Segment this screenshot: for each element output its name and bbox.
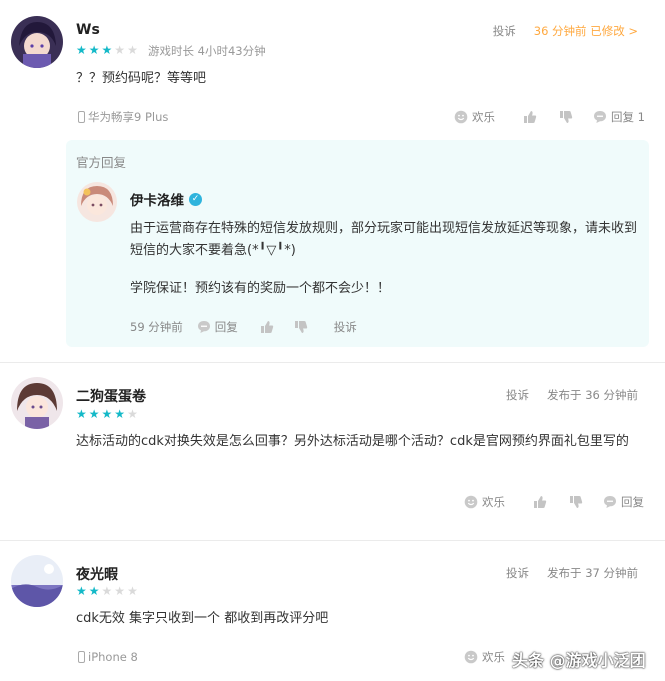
avatar[interactable] — [11, 16, 63, 68]
developer-name-row: 伊卡洛维 ✓ — [130, 189, 202, 209]
avatar[interactable] — [11, 377, 63, 429]
comment-icon — [593, 110, 607, 124]
fun-button[interactable]: 欢乐 — [464, 649, 505, 665]
star-icon: ★ — [101, 43, 113, 57]
report-link[interactable]: 投诉 — [506, 387, 529, 403]
star-icon: ★ — [76, 407, 87, 421]
thumb-down-icon[interactable] — [294, 320, 308, 334]
thumb-up-icon[interactable] — [523, 110, 537, 124]
review-item: Ws ★ ★ ★ ★ ★ 游戏时长 4小时43分钟 投诉 36 分钟前 已修改 … — [0, 0, 665, 362]
star-icon: ★ — [127, 43, 138, 57]
star-icon: ★ — [76, 43, 87, 57]
star-icon: ★ — [114, 43, 126, 57]
username[interactable]: 夜光暇 — [76, 564, 118, 584]
star-icon: ★ — [127, 407, 138, 421]
published-time: 发布于 37 分钟前 — [547, 566, 638, 580]
report-link[interactable]: 投诉 — [506, 565, 529, 581]
thumb-up-icon[interactable] — [260, 320, 274, 334]
star-icon: ★ — [88, 584, 100, 598]
review-header-right: 投诉 发布于 37 分钟前 — [506, 565, 638, 581]
reply-button[interactable]: 回复 — [197, 319, 238, 335]
published-time: 发布于 36 分钟前 — [547, 388, 638, 402]
rating-stars: ★ ★ ★ ★ ★ — [76, 408, 138, 420]
star-icon: ★ — [114, 584, 126, 598]
star-icon: ★ — [76, 584, 87, 598]
device-name: 华为畅享9 Plus — [88, 110, 169, 124]
smile-icon — [464, 495, 478, 509]
device-label: iPhone 8 — [78, 650, 138, 664]
reply-time: 59 分钟前 — [130, 320, 183, 334]
official-reply-text: 由于运营商存在特殊的短信发放规则，部分玩家可能出现短信发放延迟等现象，请未收到短… — [130, 221, 638, 258]
official-reply: 官方回复 伊卡洛维 ✓ 由于运营商存在特殊的短信发放规则，部分玩家可能出现短信发… — [66, 140, 649, 347]
star-icon: ★ — [101, 407, 113, 421]
fun-button[interactable]: 欢乐 — [454, 109, 495, 125]
star-icon: ★ — [88, 407, 100, 421]
review-body: ？？预约码呢？等等吧 — [76, 71, 207, 86]
rating-stars: ★ ★ ★ ★ ★ — [76, 585, 138, 597]
star-icon: ★ — [114, 407, 126, 421]
official-reply-text-2: 学院保证！预约该有的奖励一个都不会少！！ — [130, 281, 391, 296]
phone-icon — [78, 651, 85, 663]
developer-name[interactable]: 伊卡洛维 — [130, 189, 184, 209]
watermark: 头条 @游戏小泛团 — [512, 651, 646, 670]
username[interactable]: Ws — [76, 22, 100, 38]
device-name: iPhone 8 — [88, 650, 138, 664]
review-body: cdk无效 集字只收到一个 都收到再改评分吧 — [76, 611, 329, 626]
verified-icon: ✓ — [189, 192, 202, 206]
smile-icon — [454, 110, 468, 124]
device-label: 华为畅享9 Plus — [78, 109, 168, 125]
review-actions: 欢乐 回复 1 — [454, 109, 645, 125]
star-icon: ★ — [88, 43, 100, 57]
star-icon: ★ — [127, 584, 138, 598]
developer-avatar[interactable] — [77, 182, 117, 222]
reply-button[interactable]: 回复 — [603, 494, 644, 510]
avatar[interactable] — [11, 555, 63, 607]
star-icon: ★ — [101, 584, 113, 598]
review-actions: 欢乐 回复 — [464, 494, 644, 510]
thumb-down-icon[interactable] — [569, 495, 583, 509]
comment-icon — [603, 495, 617, 509]
fun-button[interactable]: 欢乐 — [464, 494, 505, 510]
review-header-right: 投诉 36 分钟前 已修改 > — [493, 23, 638, 39]
review-actions: 欢乐 — [464, 649, 505, 665]
official-reply-actions: 59 分钟前 回复 投诉 — [130, 319, 357, 335]
username[interactable]: 二狗蛋蛋卷 — [76, 386, 146, 406]
thumb-down-icon[interactable] — [559, 110, 573, 124]
reply-button[interactable]: 回复 1 — [593, 109, 645, 125]
review-header-right: 投诉 发布于 36 分钟前 — [506, 387, 638, 403]
playtime: 游戏时长 4小时43分钟 — [148, 44, 266, 58]
review-item: 二狗蛋蛋卷 ★ ★ ★ ★ ★ 投诉 发布于 36 分钟前 达标活动的cdk对换… — [0, 363, 665, 540]
review-body: 达标活动的cdk对换失效是怎么回事？另外达标活动是哪个活动？cdk是官网预约界面… — [76, 434, 629, 449]
rating-stars: ★ ★ ★ ★ ★ — [76, 44, 138, 56]
comment-icon — [197, 320, 211, 334]
thumb-up-icon[interactable] — [533, 495, 547, 509]
report-link[interactable]: 投诉 — [334, 319, 357, 335]
report-link[interactable]: 投诉 — [493, 23, 516, 39]
phone-icon — [78, 111, 85, 123]
edited-time[interactable]: 36 分钟前 已修改 > — [534, 23, 638, 39]
official-reply-label: 官方回复 — [76, 155, 127, 170]
smile-icon — [464, 650, 478, 664]
